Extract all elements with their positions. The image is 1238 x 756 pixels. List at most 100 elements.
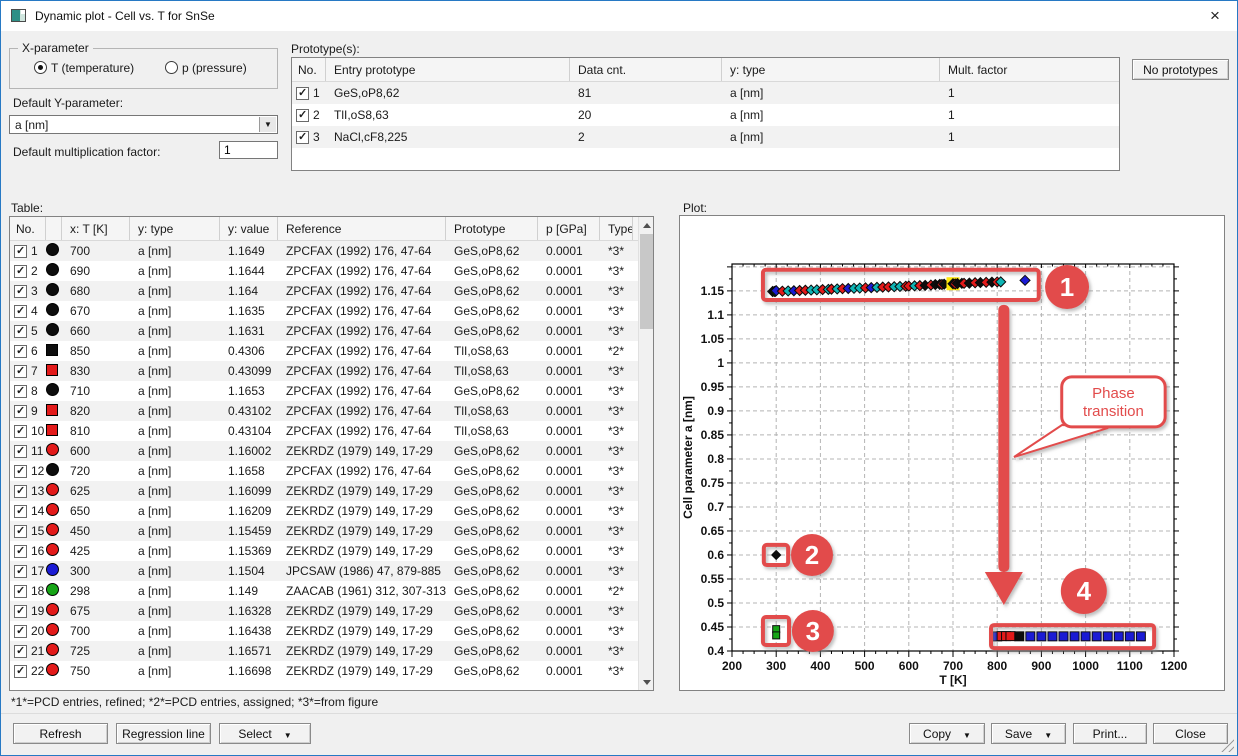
column-header[interactable]: y: value bbox=[220, 217, 278, 240]
table-row[interactable]: 13625a [nm]1.16099ZEKRDZ (1979) 149, 17-… bbox=[10, 481, 653, 501]
prototype-row[interactable]: 1GeS,oP8,6281a [nm]1 bbox=[292, 82, 1119, 104]
table-row[interactable]: 2690a [nm]1.1644ZPCFAX (1992) 176, 47-64… bbox=[10, 261, 653, 281]
svg-text:300: 300 bbox=[766, 659, 786, 673]
row-checkbox[interactable] bbox=[14, 665, 27, 678]
table-row[interactable]: 12720a [nm]1.1658ZPCFAX (1992) 176, 47-6… bbox=[10, 461, 653, 481]
row-checkbox[interactable] bbox=[14, 265, 27, 278]
row-checkbox[interactable] bbox=[296, 131, 309, 144]
table-row[interactable]: 21725a [nm]1.16571ZEKRDZ (1979) 149, 17-… bbox=[10, 641, 653, 661]
scrollbar-thumb[interactable] bbox=[640, 234, 653, 329]
row-checkbox[interactable] bbox=[14, 585, 27, 598]
marker-circle-icon bbox=[46, 623, 59, 636]
table-row[interactable]: 20700a [nm]1.16438ZEKRDZ (1979) 149, 17-… bbox=[10, 621, 653, 641]
table-row[interactable]: 17300a [nm]1.1504JPCSAW (1986) 47, 879-8… bbox=[10, 561, 653, 581]
row-checkbox[interactable] bbox=[14, 605, 27, 618]
row-checkbox[interactable] bbox=[14, 365, 27, 378]
radio-temperature[interactable] bbox=[34, 61, 47, 74]
column-header[interactable]: Type bbox=[600, 217, 633, 240]
table-row[interactable]: 7830a [nm]0.43099ZPCFAX (1992) 176, 47-6… bbox=[10, 361, 653, 381]
table-row[interactable]: 22750a [nm]1.16698ZEKRDZ (1979) 149, 17-… bbox=[10, 661, 653, 681]
row-checkbox[interactable] bbox=[14, 625, 27, 638]
column-header[interactable]: Entry prototype bbox=[326, 58, 570, 81]
default-y-combobox[interactable]: a [nm] ▼ bbox=[9, 115, 278, 134]
table-scrollbar[interactable] bbox=[638, 217, 654, 690]
table-row[interactable]: 5660a [nm]1.1631ZPCFAX (1992) 176, 47-64… bbox=[10, 321, 653, 341]
column-header[interactable]: No. bbox=[10, 217, 46, 240]
column-header[interactable]: Data cnt. bbox=[570, 58, 722, 81]
row-checkbox[interactable] bbox=[14, 385, 27, 398]
app-icon bbox=[11, 9, 26, 22]
table-row[interactable]: 9820a [nm]0.43102ZPCFAX (1992) 176, 47-6… bbox=[10, 401, 653, 421]
scroll-down-icon[interactable] bbox=[639, 674, 654, 690]
title-bar[interactable]: Dynamic plot - Cell vs. T for SnSe × bbox=[1, 1, 1237, 31]
column-header[interactable]: y: type bbox=[130, 217, 220, 240]
default-mult-input[interactable] bbox=[219, 141, 278, 159]
marker-circle-icon bbox=[46, 463, 59, 476]
column-header[interactable]: x: T [K] bbox=[62, 217, 130, 240]
row-checkbox[interactable] bbox=[14, 345, 27, 358]
table-row[interactable]: 18298a [nm]1.149ZAACAB (1961) 312, 307-3… bbox=[10, 581, 653, 601]
svg-text:T [K]: T [K] bbox=[939, 673, 966, 687]
column-header[interactable] bbox=[46, 217, 62, 240]
row-checkbox[interactable] bbox=[14, 285, 27, 298]
table-row[interactable]: 19675a [nm]1.16328ZEKRDZ (1979) 149, 17-… bbox=[10, 601, 653, 621]
svg-text:Cell parameter a [nm]: Cell parameter a [nm] bbox=[681, 396, 695, 519]
no-prototypes-button[interactable]: No prototypes bbox=[1132, 59, 1229, 80]
prototype-row[interactable]: 3NaCl,cF8,2252a [nm]1 bbox=[292, 126, 1119, 148]
column-header[interactable]: Mult. factor bbox=[940, 58, 1120, 81]
table-row[interactable]: 4670a [nm]1.1635ZPCFAX (1992) 176, 47-64… bbox=[10, 301, 653, 321]
row-checkbox[interactable] bbox=[14, 445, 27, 458]
marker-circle-icon bbox=[46, 603, 59, 616]
column-header[interactable]: No. bbox=[292, 58, 326, 81]
row-checkbox[interactable] bbox=[14, 305, 27, 318]
column-header[interactable]: p [GPa] bbox=[538, 217, 600, 240]
radio-pressure[interactable] bbox=[165, 61, 178, 74]
column-header[interactable]: y: type bbox=[722, 58, 940, 81]
copy-dropdown-button[interactable]: Copy▼ bbox=[909, 723, 985, 744]
radio-label[interactable]: T (temperature) bbox=[51, 61, 134, 75]
row-checkbox[interactable] bbox=[296, 87, 309, 100]
row-checkbox[interactable] bbox=[14, 645, 27, 658]
row-checkbox[interactable] bbox=[14, 325, 27, 338]
radio-label[interactable]: p (pressure) bbox=[182, 61, 247, 75]
table-row[interactable]: 3680a [nm]1.164ZPCFAX (1992) 176, 47-64G… bbox=[10, 281, 653, 301]
svg-text:0.95: 0.95 bbox=[701, 380, 725, 394]
row-checkbox[interactable] bbox=[14, 485, 27, 498]
row-checkbox[interactable] bbox=[14, 545, 27, 558]
table-row[interactable]: 15450a [nm]1.15459ZEKRDZ (1979) 149, 17-… bbox=[10, 521, 653, 541]
close-button[interactable]: Close bbox=[1153, 723, 1228, 744]
marker-circle-icon bbox=[46, 303, 59, 316]
print-button[interactable]: Print... bbox=[1073, 723, 1147, 744]
row-checkbox[interactable] bbox=[296, 109, 309, 122]
regression-line-button[interactable]: Regression line bbox=[116, 723, 211, 744]
prototype-row[interactable]: 2TlI,oS8,6320a [nm]1 bbox=[292, 104, 1119, 126]
table-row[interactable]: 16425a [nm]1.15369ZEKRDZ (1979) 149, 17-… bbox=[10, 541, 653, 561]
column-header[interactable]: Reference bbox=[278, 217, 446, 240]
svg-text:500: 500 bbox=[855, 659, 875, 673]
chevron-down-icon[interactable]: ▼ bbox=[259, 117, 276, 132]
row-checkbox[interactable] bbox=[14, 505, 27, 518]
refresh-button[interactable]: Refresh bbox=[13, 723, 108, 744]
default-y-value: a [nm] bbox=[15, 118, 48, 132]
table-row[interactable]: 11600a [nm]1.16002ZEKRDZ (1979) 149, 17-… bbox=[10, 441, 653, 461]
select-dropdown-button[interactable]: Select▼ bbox=[219, 723, 311, 744]
svg-text:1200: 1200 bbox=[1161, 659, 1188, 673]
default-y-label: Default Y-parameter: bbox=[13, 96, 123, 110]
save-dropdown-button[interactable]: Save▼ bbox=[991, 723, 1066, 744]
close-window-button[interactable]: × bbox=[1201, 4, 1229, 28]
row-checkbox[interactable] bbox=[14, 465, 27, 478]
row-checkbox[interactable] bbox=[14, 525, 27, 538]
table-row[interactable]: 1700a [nm]1.1649ZPCFAX (1992) 176, 47-64… bbox=[10, 241, 653, 261]
scroll-up-icon[interactable] bbox=[639, 217, 654, 233]
row-checkbox[interactable] bbox=[14, 245, 27, 258]
table-row[interactable]: 6850a [nm]0.4306ZPCFAX (1992) 176, 47-64… bbox=[10, 341, 653, 361]
scatter-plot: 2003004005006007008009001000110012001.15… bbox=[680, 216, 1224, 690]
table-row[interactable]: 14650a [nm]1.16209ZEKRDZ (1979) 149, 17-… bbox=[10, 501, 653, 521]
table-row[interactable]: 10810a [nm]0.43104ZPCFAX (1992) 176, 47-… bbox=[10, 421, 653, 441]
prototypes-table-header: No.Entry prototypeData cnt.y: typeMult. … bbox=[292, 58, 1119, 82]
column-header[interactable]: Prototype bbox=[446, 217, 538, 240]
table-row[interactable]: 8710a [nm]1.1653ZPCFAX (1992) 176, 47-64… bbox=[10, 381, 653, 401]
row-checkbox[interactable] bbox=[14, 565, 27, 578]
row-checkbox[interactable] bbox=[14, 425, 27, 438]
row-checkbox[interactable] bbox=[14, 405, 27, 418]
